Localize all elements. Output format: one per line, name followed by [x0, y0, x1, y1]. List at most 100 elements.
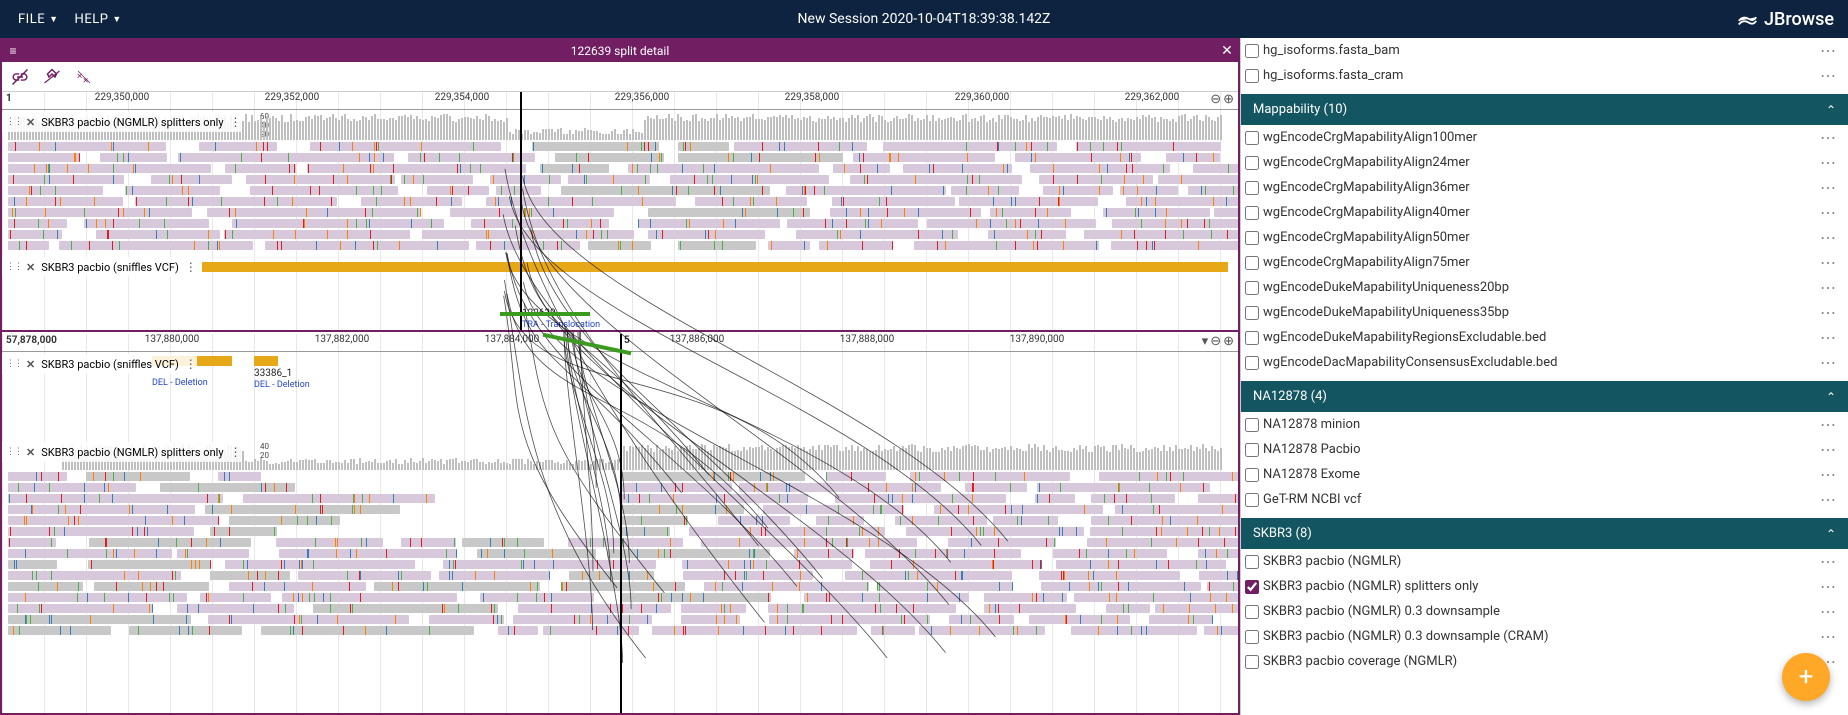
track-checkbox[interactable]	[1245, 206, 1259, 220]
menu-file[interactable]: FILE▼	[10, 12, 67, 27]
track-close-button[interactable]: ✕	[26, 116, 35, 129]
track-name[interactable]: wgEncodeDukeMapabilityUniqueness35bp	[1263, 305, 1816, 321]
track-menu-icon[interactable]: ⋯	[1816, 278, 1840, 297]
track-name[interactable]: wgEncodeCrgMapabilityAlign24mer	[1263, 155, 1816, 171]
track-menu-icon[interactable]: ⋯	[1816, 303, 1840, 322]
track-menu-icon[interactable]: ⋯	[1816, 328, 1840, 347]
category-title: NA12878 (4)	[1253, 389, 1327, 404]
track-menu-icon[interactable]: ⋯	[1816, 602, 1840, 621]
track-name[interactable]: GeT-RM NCBI vcf	[1263, 492, 1816, 508]
track-menu-icon[interactable]: ⋯	[1816, 415, 1840, 434]
drag-handle-icon[interactable]: ⋮⋮	[6, 447, 22, 457]
track-menu-icon[interactable]: ⋯	[1816, 465, 1840, 484]
category-header[interactable]: SKBR3 (8)⌃	[1241, 518, 1848, 549]
track-checkbox[interactable]	[1245, 156, 1259, 170]
track-checkbox[interactable]	[1245, 605, 1259, 619]
zoom-in-icon[interactable]: ⊕	[1223, 334, 1234, 349]
track-menu-button[interactable]: ⋮	[230, 445, 242, 459]
drag-handle-icon[interactable]: ⋮⋮	[6, 262, 22, 272]
zoom-in-icon[interactable]: ⊕	[1223, 92, 1234, 107]
category-header[interactable]: NA12878 (4)⌃	[1241, 381, 1848, 412]
track-menu-icon[interactable]: ⋯	[1816, 203, 1840, 222]
track-name[interactable]: SKBR3 pacbio (NGMLR)	[1263, 554, 1816, 570]
track-name[interactable]: NA12878 Pacbio	[1263, 442, 1816, 458]
view-close-button[interactable]: ✕	[1216, 43, 1238, 59]
link-views-icon[interactable]	[8, 65, 32, 89]
ruler-tick: 137,884,000	[485, 334, 540, 345]
track-checkbox[interactable]	[1245, 555, 1259, 569]
track-name[interactable]: wgEncodeDukeMapabilityRegionsExcludable.…	[1263, 330, 1816, 346]
track-menu-icon[interactable]: ⋯	[1816, 128, 1840, 147]
variant-id[interactable]: 33386_1	[254, 368, 292, 379]
add-track-fab[interactable]: +	[1782, 653, 1830, 701]
track-checkbox[interactable]	[1245, 331, 1259, 345]
category-header[interactable]: Mappability (10)⌃	[1241, 94, 1848, 125]
drag-handle-icon[interactable]: ⋮⋮	[6, 359, 22, 369]
drag-handle-icon[interactable]: ⋮⋮	[6, 117, 22, 127]
track-name[interactable]: wgEncodeCrgMapabilityAlign75mer	[1263, 255, 1816, 271]
track-name[interactable]: wgEncodeCrgMapabilityAlign100mer	[1263, 130, 1816, 146]
region-select-icon[interactable]: ▾	[1202, 334, 1209, 349]
zoom-out-icon[interactable]: ⊖	[1210, 334, 1221, 349]
track-menu-button[interactable]: ⋮	[185, 260, 197, 274]
genome-area[interactable]: 1 229,350,000 229,352,000 229,354,000 22…	[2, 92, 1238, 713]
track-name[interactable]: NA12878 minion	[1263, 417, 1816, 433]
track-checkbox[interactable]	[1245, 580, 1259, 594]
menu-help[interactable]: HELP▼	[67, 12, 130, 27]
track-checkbox[interactable]	[1245, 281, 1259, 295]
track-name[interactable]: hg_isoforms.fasta_cram	[1263, 68, 1816, 84]
zoom-out-icon[interactable]: ⊖	[1210, 92, 1221, 107]
vcf-feature[interactable]	[202, 262, 1228, 272]
track-name[interactable]: SKBR3 pacbio (NGMLR) splitters only	[1263, 579, 1816, 595]
track-checkbox[interactable]	[1245, 256, 1259, 270]
track-name[interactable]: hg_isoforms.fasta_bam	[1263, 43, 1816, 59]
track-checkbox[interactable]	[1245, 44, 1259, 58]
track-checkbox[interactable]	[1245, 443, 1259, 457]
track-menu-icon[interactable]: ⋯	[1816, 577, 1840, 596]
track-checkbox[interactable]	[1245, 181, 1259, 195]
track-menu-icon[interactable]: ⋯	[1816, 353, 1840, 372]
track-menu-button[interactable]: ⋮	[185, 357, 197, 371]
track-checkbox[interactable]	[1245, 468, 1259, 482]
track-menu-icon[interactable]: ⋯	[1816, 41, 1840, 60]
track-checkbox[interactable]	[1245, 131, 1259, 145]
track-menu-icon[interactable]: ⋯	[1816, 66, 1840, 85]
track-checkbox[interactable]	[1245, 418, 1259, 432]
track-menu-icon[interactable]: ⋯	[1816, 153, 1840, 172]
track-row: wgEncodeCrgMapabilityAlign40mer⋯	[1241, 200, 1848, 225]
track-checkbox[interactable]	[1245, 69, 1259, 83]
track-checkbox[interactable]	[1245, 231, 1259, 245]
track-menu-icon[interactable]: ⋯	[1816, 178, 1840, 197]
track-name[interactable]: wgEncodeDukeMapabilityUniqueness20bp	[1263, 280, 1816, 296]
track-checkbox[interactable]	[1245, 655, 1259, 669]
track-menu-icon[interactable]: ⋯	[1816, 253, 1840, 272]
track-name[interactable]: wgEncodeCrgMapabilityAlign36mer	[1263, 180, 1816, 196]
track-name[interactable]: SKBR3 pacbio coverage (NGMLR)	[1263, 654, 1816, 670]
track-name[interactable]: wgEncodeCrgMapabilityAlign40mer	[1263, 205, 1816, 221]
track-menu-icon[interactable]: ⋯	[1816, 228, 1840, 247]
track-close-button[interactable]: ✕	[26, 446, 35, 459]
track-menu-button[interactable]: ⋮	[230, 115, 242, 129]
reads-pileup-1[interactable]	[2, 142, 1238, 252]
track-name[interactable]: SKBR3 pacbio (NGMLR) 0.3 downsample	[1263, 604, 1816, 620]
track-checkbox[interactable]	[1245, 306, 1259, 320]
track-name[interactable]: NA12878 Exome	[1263, 467, 1816, 483]
view-menu-button[interactable]: ≡	[2, 44, 24, 58]
track-close-button[interactable]: ✕	[26, 358, 35, 371]
vcf-feature[interactable]	[254, 356, 278, 366]
track-menu-icon[interactable]: ⋯	[1816, 490, 1840, 509]
track-selector-sidebar[interactable]: hg_isoforms.fasta_bam⋯hg_isoforms.fasta_…	[1240, 38, 1848, 715]
track-close-button[interactable]: ✕	[26, 261, 35, 274]
track-name[interactable]: wgEncodeCrgMapabilityAlign50mer	[1263, 230, 1816, 246]
track-checkbox[interactable]	[1245, 356, 1259, 370]
track-name[interactable]: SKBR3 pacbio (NGMLR) 0.3 downsample (CRA…	[1263, 629, 1816, 645]
track-checkbox[interactable]	[1245, 630, 1259, 644]
show-all-regions-icon[interactable]: ✕✕	[72, 65, 96, 89]
track-checkbox[interactable]	[1245, 493, 1259, 507]
track-menu-icon[interactable]: ⋯	[1816, 627, 1840, 646]
track-name[interactable]: wgEncodeDacMapabilityConsensusExcludable…	[1263, 355, 1816, 371]
track-menu-icon[interactable]: ⋯	[1816, 552, 1840, 571]
ruler-region-1[interactable]: 1 229,350,000 229,352,000 229,354,000 22…	[2, 92, 1238, 110]
track-menu-icon[interactable]: ⋯	[1816, 440, 1840, 459]
center-line-icon[interactable]	[40, 65, 64, 89]
